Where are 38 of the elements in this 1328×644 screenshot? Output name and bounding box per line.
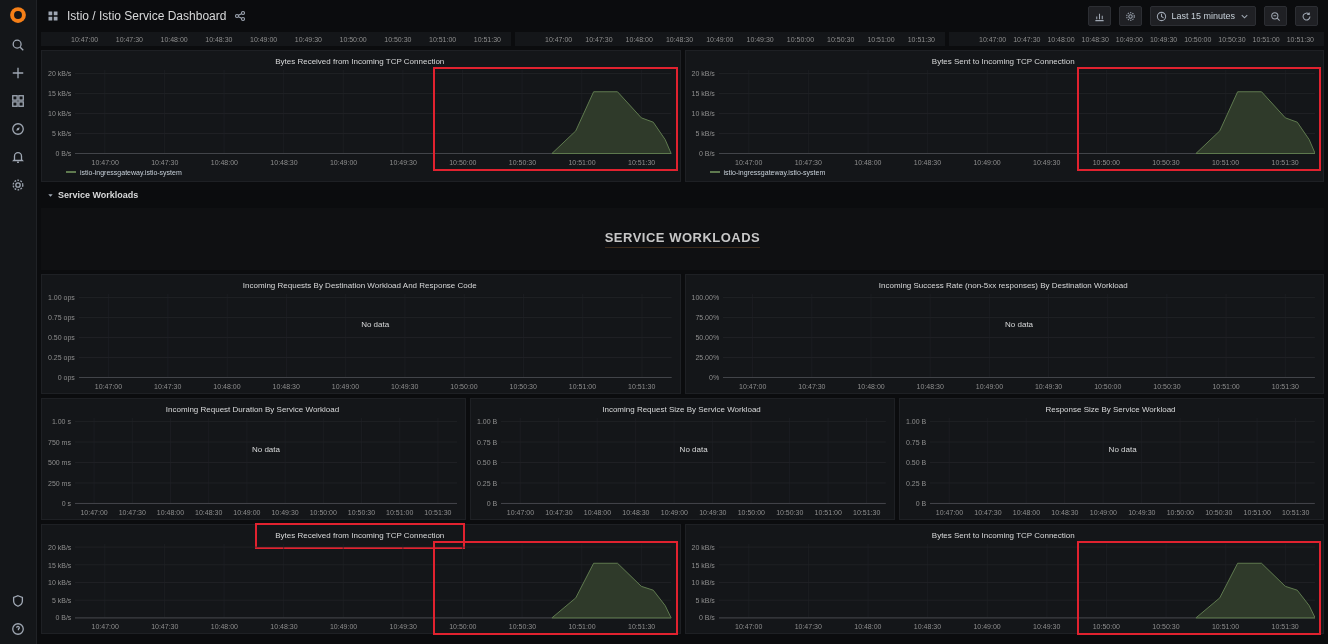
panel-title[interactable]: Bytes Received from Incoming TCP Connection (275, 56, 445, 66)
share-icon[interactable] (234, 10, 247, 22)
panel-title[interactable]: Incoming Success Rate (non-5xx responses) By Destination Workload (878, 280, 1128, 290)
search-icon[interactable] (11, 38, 25, 52)
clock-icon (1156, 10, 1168, 22)
panel-title[interactable]: Bytes Sent to Incoming TCP Connection (931, 56, 1075, 66)
dashboard-icon (47, 10, 59, 22)
panel-title[interactable]: Incoming Requests By Destination Workload And Response Code (242, 280, 477, 290)
compass-icon[interactable] (11, 122, 25, 136)
row-title[interactable]: Service Workloads (58, 190, 139, 200)
plus-icon[interactable] (11, 66, 25, 80)
grid-icon[interactable] (11, 94, 25, 108)
dashboard-title[interactable]: Istio / Istio Service Dashboard (67, 9, 227, 23)
panel-title[interactable]: Bytes Sent to Incoming TCP Connection (931, 530, 1075, 540)
logo-icon[interactable] (9, 6, 27, 24)
zoom-out-button[interactable] (1264, 6, 1287, 26)
panel-title[interactable]: Bytes Received from Incoming TCP Connection (275, 530, 445, 540)
section-heading: SERVICE WORKLOADS (604, 230, 761, 248)
no-data-message: No data (1108, 444, 1137, 454)
bell-icon[interactable] (11, 150, 25, 164)
time-picker[interactable]: Last 15 minutes (1150, 6, 1256, 26)
settings-icon[interactable] (11, 178, 25, 192)
refresh-button[interactable] (1295, 6, 1318, 26)
no-data-message: No data (679, 444, 708, 454)
panel-title[interactable]: Incoming Request Size By Service Workload (602, 404, 761, 414)
caret-icon[interactable] (47, 191, 54, 199)
magnifier-icon (1270, 10, 1281, 22)
shield-icon[interactable] (11, 594, 25, 608)
no-data-message: No data (361, 320, 390, 330)
no-data-message: No data (251, 444, 280, 454)
settings-icon (1125, 10, 1137, 22)
panel-title[interactable]: Incoming Request Duration By Service Workload (165, 404, 340, 414)
help-icon[interactable] (11, 622, 25, 636)
panel-title[interactable]: Response Size By Service Workload (1045, 404, 1176, 414)
no-data-message: No data (1005, 320, 1034, 330)
settings-button[interactable] (1119, 6, 1143, 26)
add-panel-button[interactable] (1088, 6, 1112, 26)
refresh-icon (1301, 10, 1312, 22)
